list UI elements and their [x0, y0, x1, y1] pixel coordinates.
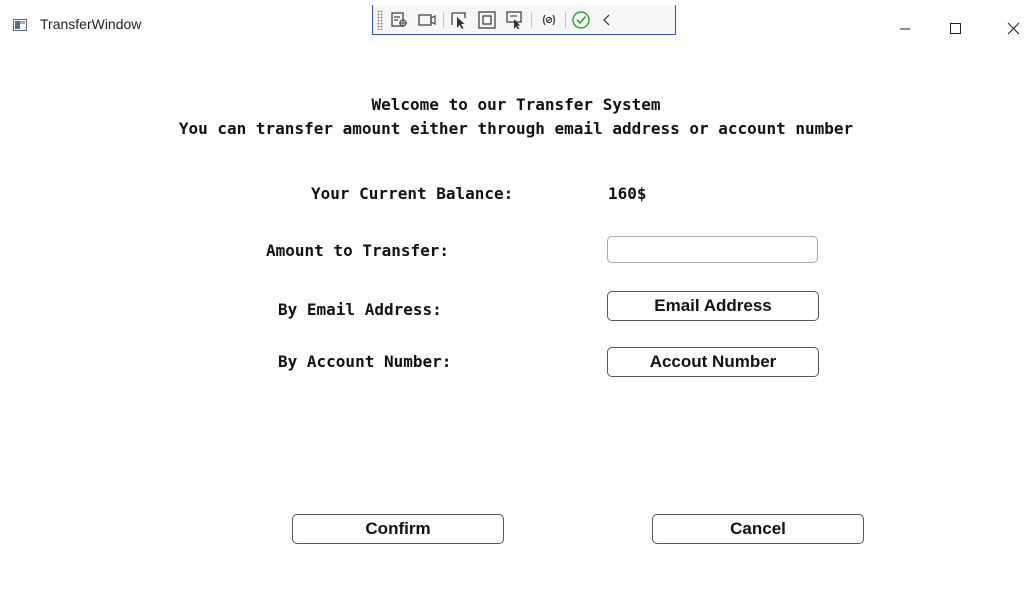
app-window-icon — [13, 19, 27, 31]
maximize-icon[interactable] — [935, 10, 975, 44]
toolbar-separator — [565, 12, 566, 28]
account-number-button[interactable]: Accout Number — [607, 347, 819, 377]
toolbar-separator — [531, 12, 532, 28]
live-preview-icon[interactable] — [417, 10, 437, 30]
display-layout-adorners-icon[interactable] — [477, 10, 497, 30]
cancel-button[interactable]: Cancel — [652, 514, 864, 544]
track-focused-element-icon[interactable] — [505, 10, 525, 30]
window-title: TransferWindow — [40, 16, 142, 32]
hot-reload-status-icon[interactable] — [571, 10, 591, 30]
toolbar-separator — [443, 12, 444, 28]
confirm-button[interactable]: Confirm — [292, 514, 504, 544]
toolbar-grip-icon[interactable] — [377, 10, 383, 30]
close-icon[interactable] — [993, 10, 1032, 44]
collapse-toolbar-icon[interactable] — [597, 10, 617, 30]
minimize-icon[interactable] — [885, 10, 925, 44]
balance-label: Your Current Balance: — [311, 184, 514, 203]
instructions-text: You can transfer amount either through e… — [178, 119, 854, 138]
binding-failures-icon[interactable] — [539, 10, 559, 30]
live-visual-tree-icon[interactable] — [389, 10, 409, 30]
email-address-button[interactable]: Email Address — [607, 291, 819, 321]
xaml-debug-toolbar — [372, 5, 676, 35]
select-element-icon[interactable] — [449, 10, 469, 30]
amount-input[interactable] — [607, 236, 818, 263]
email-label: By Email Address: — [278, 300, 442, 319]
title-bar: TransferWindow — [0, 0, 1032, 56]
balance-value: 160$ — [608, 184, 647, 203]
account-label: By Account Number: — [278, 352, 452, 371]
amount-label: Amount to Transfer: — [266, 241, 450, 260]
transfer-window: TransferWindow Welcome to our Transfer S… — [0, 0, 1032, 589]
welcome-heading: Welcome to our Transfer System — [371, 95, 661, 114]
